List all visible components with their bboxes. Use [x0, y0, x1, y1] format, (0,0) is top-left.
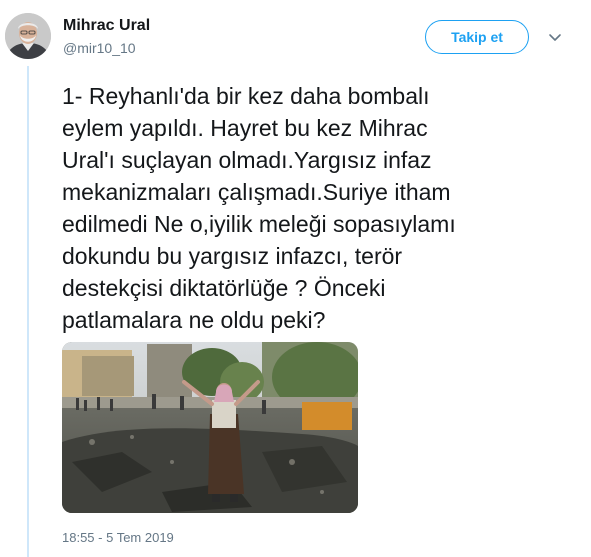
author-display-name[interactable]: Mihrac Ural	[63, 17, 150, 35]
tweet-media-photo[interactable]	[62, 342, 358, 513]
follow-button[interactable]: Takip et	[425, 20, 529, 54]
tweet-text: 1- Reyhanlı'da bir kez daha bombalı eyle…	[62, 83, 456, 333]
author-handle[interactable]: @mir10_10	[63, 40, 136, 56]
author-avatar[interactable]	[5, 13, 51, 59]
tweet-timestamp[interactable]: 18:55 - 5 Tem 2019	[62, 530, 174, 545]
chevron-down-icon[interactable]	[546, 28, 564, 46]
thread-connector-line	[27, 66, 29, 557]
